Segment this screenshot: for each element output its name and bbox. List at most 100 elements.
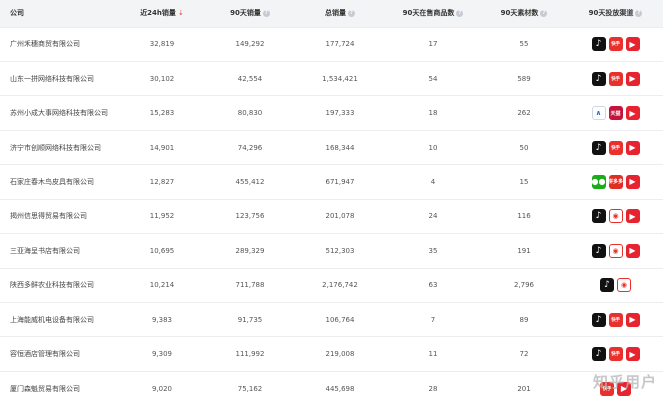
header-company: 公司 (10, 9, 24, 18)
header-sales-24h[interactable]: 近24h销量 ⇣ (118, 0, 206, 27)
channels-cell: ♪ ◉ ▶ (568, 234, 663, 268)
table-header-row: 公司 近24h销量 ⇣ 90天销量? 总销量? 90天在售商品数? 90天素材数?… (0, 0, 663, 27)
company-name[interactable]: 揭州信思得贸易有限公司 (0, 199, 118, 233)
materials-90d-cell: 15 (519, 177, 529, 186)
header-sales-90d[interactable]: 90天销量? (206, 0, 294, 27)
kuaibao-icon[interactable]: ▶ (625, 174, 640, 189)
tmall-icon[interactable]: 天猫 (608, 106, 623, 121)
table-row[interactable]: 陕西多鲜农业科技有限公司 10,214 711,788 2,176,742 63 2,79… (0, 268, 663, 302)
table-body: 广州禾穗商贸有限公司 32,819 149,292 177,724 17 55 ♪ 快手 ▶ 山东… (0, 27, 663, 406)
info-icon[interactable]: ? (456, 9, 464, 17)
sales-24h-cell: 10,214 (149, 281, 175, 290)
sales-90d-cell: 74,296 (237, 143, 263, 152)
header-items-90d[interactable]: 90天在售商品数? (386, 0, 480, 27)
watermark: 知乎用户 (592, 373, 657, 391)
kuaishou-icon[interactable]: 快手 (608, 312, 623, 327)
info-icon[interactable]: ? (540, 9, 548, 17)
kuaibao-icon[interactable]: ▶ (625, 140, 640, 155)
douyin-icon[interactable]: ♪ (591, 71, 606, 86)
company-name[interactable]: 山东一拼网络科技有限公司 (0, 61, 118, 95)
items-90d-cell: 24 (428, 212, 438, 221)
items-90d-cell: 7 (430, 315, 436, 324)
header-channels-90d[interactable]: 90天投放渠道? (568, 0, 663, 27)
sales-90d-cell: 75,162 (237, 384, 263, 393)
table-row[interactable]: 上海能威机电设备有限公司 9,383 91,735 106,764 7 89 ♪ 快手 ▶ (0, 302, 663, 337)
kuaibao-icon[interactable]: ▶ (625, 37, 640, 52)
kuaibao-icon[interactable]: ▶ (625, 312, 640, 327)
yangtao-icon[interactable]: ◉ (608, 209, 623, 224)
kuaishou-icon[interactable]: 快手 (608, 347, 623, 362)
table-row[interactable]: 三亚海呈书店有限公司 10,695 289,329 512,303 35 191 ♪ ◉ ▶ (0, 233, 663, 268)
douyin-icon[interactable]: ♪ (600, 278, 614, 293)
info-icon[interactable]: ? (348, 9, 355, 17)
douyin-icon[interactable]: ♪ (591, 243, 606, 258)
materials-90d-cell: 116 (517, 212, 531, 221)
channel-list: ●● 拼多多 ▶ (591, 174, 640, 189)
company-name[interactable]: 陕西多鲜农业科技有限公司 (0, 268, 118, 302)
sales-90d-cell: 111,992 (235, 350, 265, 359)
douyin-icon[interactable]: ♪ (591, 347, 606, 362)
info-icon[interactable]: ? (262, 9, 270, 17)
douyin-icon[interactable]: ♪ (591, 140, 606, 155)
sales-total-cell: 1,534,421 (322, 74, 358, 83)
kuaibao-icon[interactable]: ▶ (625, 347, 640, 362)
channel-list: ♪ 快手 ▶ (591, 140, 640, 155)
table-row[interactable]: 揭州信思得贸易有限公司 11,952 123,756 201,078 24 116 ♪ ◉ ▶ (0, 199, 663, 233)
table-row[interactable]: 容恒酒店管理有限公司 9,309 111,992 219,008 11 72 ♪ 快手 ▶ (0, 336, 663, 371)
table-row[interactable]: 广州禾穗商贸有限公司 32,819 149,292 177,724 17 55 ♪ 快手 ▶ (0, 27, 663, 61)
channel-list: ♪ 快手 ▶ (591, 71, 640, 86)
lvye-icon[interactable]: ∧ (591, 106, 606, 121)
kuaishou-icon[interactable]: 快手 (608, 140, 623, 155)
sales-90d-cell: 42,554 (237, 74, 263, 83)
channels-cell: ♪ 快手 ▶ (568, 303, 663, 337)
company-name[interactable]: 容恒酒店管理有限公司 (0, 337, 118, 371)
sales-90d-cell: 91,735 (237, 315, 263, 324)
sales-24h-cell: 9,020 (151, 384, 173, 393)
table-row[interactable]: 山东一拼网络科技有限公司 30,102 42,554 1,534,421 54 589 ♪ 快… (0, 61, 663, 95)
materials-90d-cell: 201 (517, 384, 531, 393)
company-name[interactable]: 三亚海呈书店有限公司 (0, 234, 118, 268)
company-name[interactable]: 广州禾穗商贸有限公司 (0, 27, 118, 61)
table-row[interactable]: 苏州小成大事网络科技有限公司 15,283 80,830 197,333 18 262 ∧ 天… (0, 95, 663, 130)
channels-cell: ♪ ◉ (568, 268, 663, 302)
table-row[interactable]: 石家庄春木鸟皮具有限公司 12,827 455,412 671,947 4 15 ●● 拼多多… (0, 164, 663, 199)
company-name[interactable]: 厦门森魁贸易有限公司 (0, 371, 118, 405)
company-name[interactable]: 济宁市创顺网络科技有限公司 (0, 130, 118, 164)
sales-90d-cell: 289,329 (235, 246, 265, 255)
kuaishou-icon[interactable]: 快手 (608, 37, 623, 52)
company-name[interactable]: 上海能威机电设备有限公司 (0, 303, 118, 337)
sort-desc-icon[interactable]: ⇣ (178, 9, 184, 17)
channels-cell: ♪ 快手 ▶ (568, 130, 663, 164)
table-row[interactable]: 济宁市创顺网络科技有限公司 14,901 74,296 168,344 10 50 ♪ 快手 ▶ (0, 130, 663, 164)
materials-90d-cell: 2,796 (513, 281, 535, 290)
sales-24h-cell: 32,819 (149, 40, 175, 49)
header-sales-total[interactable]: 总销量? (294, 0, 386, 27)
wechat-icon[interactable]: ●● (591, 174, 606, 189)
kuaibao-icon[interactable]: ▶ (625, 106, 640, 121)
kuaishou-icon[interactable]: 快手 (608, 71, 623, 86)
douyin-icon[interactable]: ♪ (591, 37, 606, 52)
yangtao-icon[interactable]: ◉ (608, 243, 623, 258)
items-90d-cell: 11 (428, 350, 438, 359)
yangtao-icon[interactable]: ◉ (617, 278, 631, 293)
materials-90d-cell: 72 (519, 350, 529, 359)
sales-total-cell: 177,724 (325, 40, 355, 49)
douyin-icon[interactable]: ♪ (591, 209, 606, 224)
douyin-icon[interactable]: ♪ (591, 312, 606, 327)
sales-90d-cell: 455,412 (235, 177, 265, 186)
sales-24h-cell: 12,827 (149, 177, 175, 186)
table-row[interactable]: 厦门森魁贸易有限公司 9,020 75,162 445,698 28 201 快手 ▶ (0, 371, 663, 405)
header-materials-90d[interactable]: 90天素材数? (480, 0, 568, 27)
sales-24h-cell: 15,283 (149, 109, 175, 118)
info-icon[interactable]: ? (635, 9, 643, 17)
company-name[interactable]: 石家庄春木鸟皮具有限公司 (0, 165, 118, 199)
company-name[interactable]: 苏州小成大事网络科技有限公司 (0, 96, 118, 130)
sales-24h-cell: 9,383 (151, 315, 173, 324)
pinduoduo-icon[interactable]: 拼多多 (608, 174, 623, 189)
kuaibao-icon[interactable]: ▶ (625, 209, 640, 224)
kuaibao-icon[interactable]: ▶ (625, 71, 640, 86)
kuaibao-icon[interactable]: ▶ (625, 243, 640, 258)
sales-total-cell: 201,078 (325, 212, 355, 221)
channel-list: ♪ ◉ ▶ (591, 209, 640, 224)
materials-90d-cell: 55 (519, 40, 529, 49)
